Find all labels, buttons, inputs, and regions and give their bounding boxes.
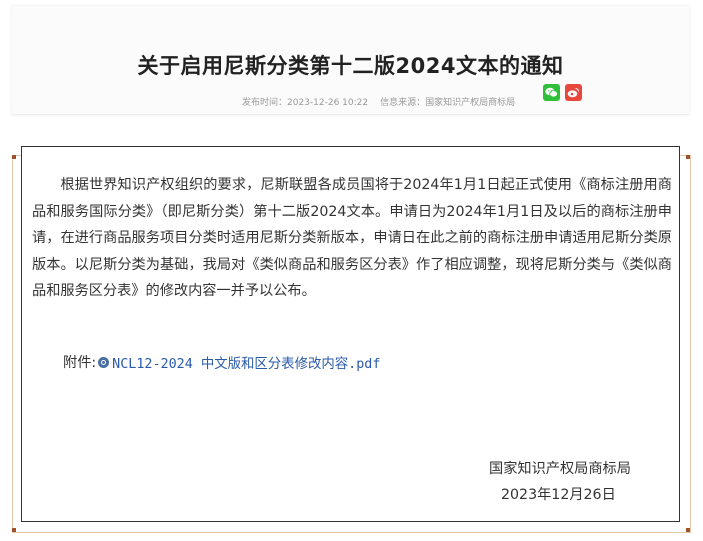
frame-corner [12,528,16,532]
attachment-download-link[interactable]: NCL12-2024 中文版和区分表修改内容.pdf [112,352,380,372]
frame-corner [686,528,690,532]
frame-corner [686,155,690,159]
signature-date: 2023年12月26日 [501,487,616,503]
source-name: 国家知识产权局商标局 [425,98,516,108]
article-title: 关于启用尼斯分类第十二版2024文本的通知 [137,54,564,78]
attachment-label: 附件: [63,355,97,371]
weibo-share-icon[interactable] [565,84,582,101]
publish-label: 发布时间： [242,98,288,108]
attachment-row: 附件: NCL12-2024 中文版和区分表修改内容.pdf [63,352,380,372]
notice-paragraph: 根据世界知识产权组织的要求，尼斯联盟各成员国将于2024年1月1日起正式使用《商… [32,177,672,299]
publish-time: 2023-12-26 10:22 [287,98,369,108]
article-meta: 发布时间：2023-12-26 10:22 信息来源：国家知识产权局商标局 [242,95,515,108]
attachment-link-icon [98,356,110,368]
source-label: 信息来源： [380,98,426,108]
wechat-share-icon[interactable] [543,84,560,101]
frame-corner [12,155,16,159]
signature-organization: 国家知识产权局商标局 [489,461,631,477]
article-header: 关于启用尼斯分类第十二版2024文本的通知 发布时间：2023-12-26 10… [12,6,689,115]
